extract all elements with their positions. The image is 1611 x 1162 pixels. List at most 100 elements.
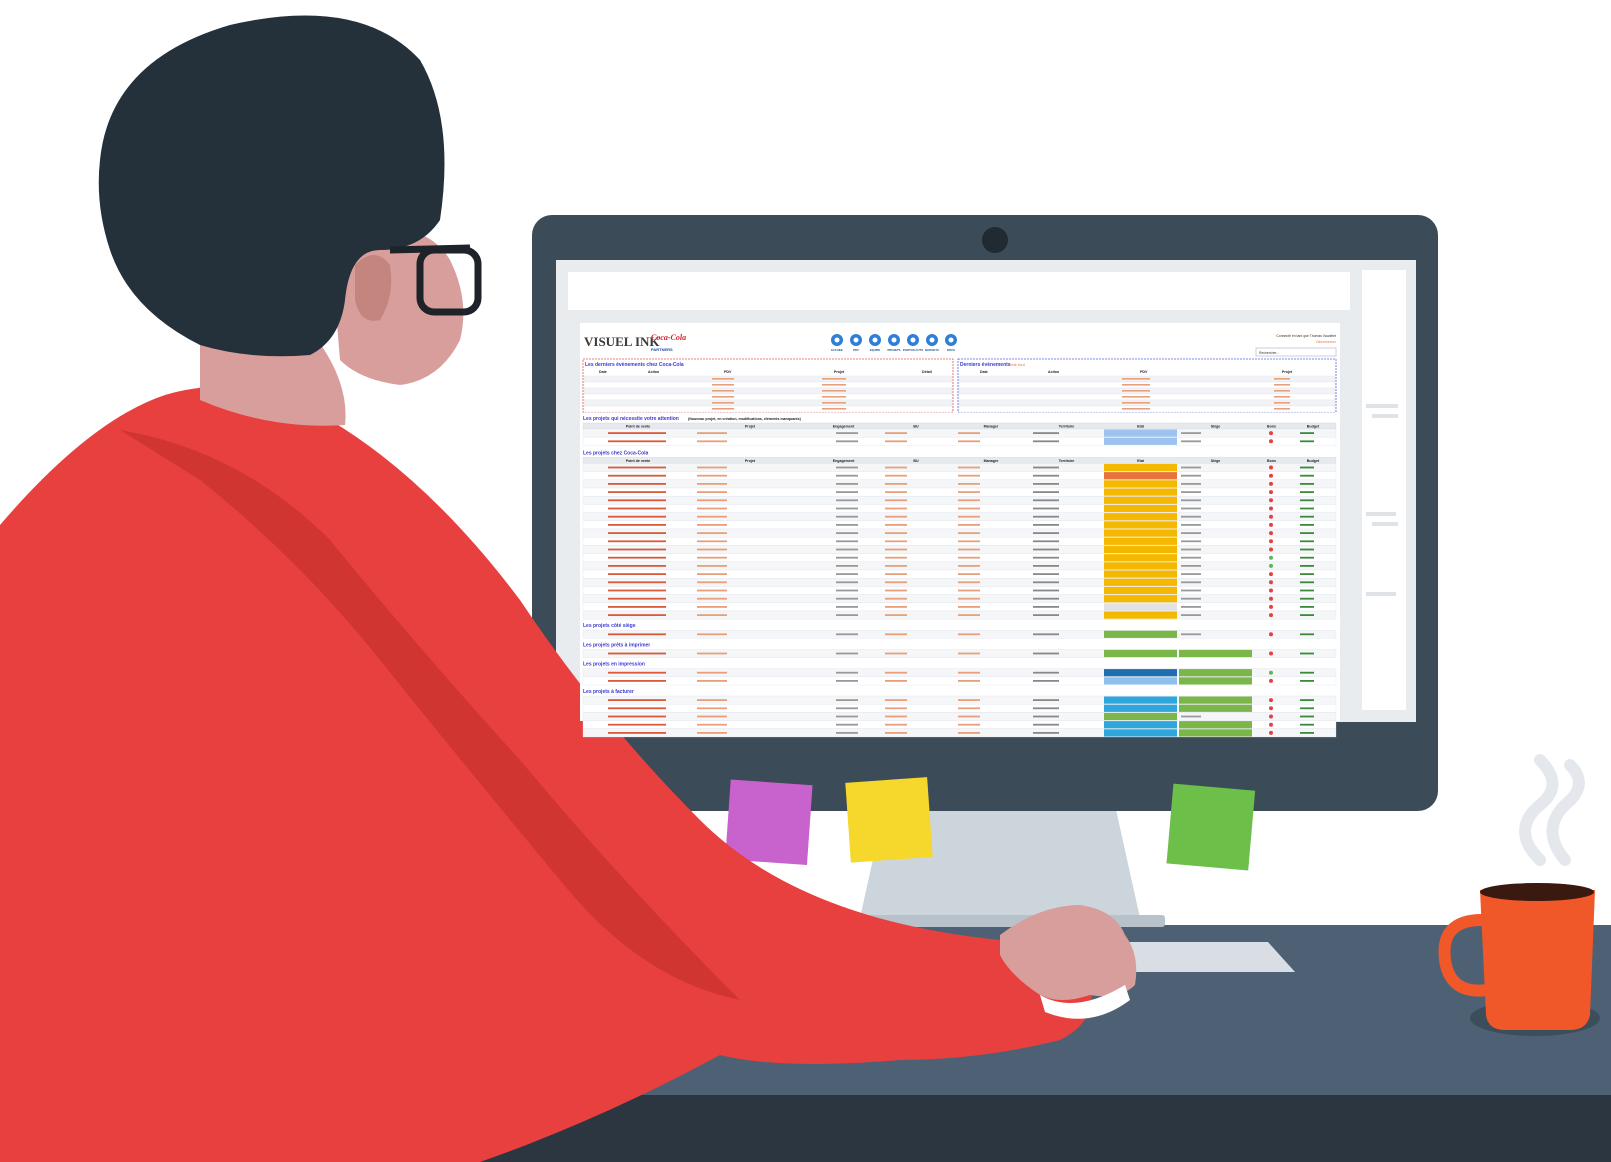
cell-date bbox=[836, 671, 858, 674]
cell-bu bbox=[885, 633, 907, 636]
cell-budget bbox=[1300, 466, 1314, 469]
cell-manager bbox=[958, 499, 980, 502]
cell-siege bbox=[1181, 491, 1201, 493]
cell-bu bbox=[885, 723, 907, 726]
cell-territory bbox=[1033, 671, 1059, 674]
cell-date bbox=[836, 474, 858, 477]
events-latest-pdv-line bbox=[1122, 384, 1150, 386]
table-col-header: Manager bbox=[984, 459, 999, 463]
side-line-1 bbox=[1366, 404, 1398, 408]
events-latest-col-header: Action bbox=[1048, 370, 1059, 374]
cell-budget bbox=[1300, 524, 1314, 526]
cell-state bbox=[1104, 712, 1177, 721]
cell-date bbox=[836, 723, 858, 726]
cell-project bbox=[697, 474, 727, 477]
cell-budget bbox=[1300, 581, 1314, 584]
bons-status-icon bbox=[1269, 555, 1273, 560]
cell-state bbox=[1104, 496, 1177, 504]
cell-pdv bbox=[608, 680, 666, 682]
events-coca-pdv-line bbox=[712, 408, 734, 410]
events-coca-row bbox=[583, 381, 953, 389]
events-latest-pdv-line bbox=[1122, 408, 1150, 410]
events-see-all[interactable]: Voir tout bbox=[1010, 362, 1026, 367]
cell-bu bbox=[885, 597, 907, 600]
events-coca-col-header: Projet bbox=[834, 370, 845, 374]
cell-budget bbox=[1300, 633, 1314, 636]
cell-project bbox=[697, 633, 727, 636]
section-title: Les projets côté siège bbox=[583, 623, 636, 629]
nav-label: BUDGETS bbox=[925, 348, 939, 352]
side-line-3 bbox=[1366, 512, 1396, 516]
event-rows: Date Action PDV Projet Détail Date Action PDV Pr… bbox=[583, 370, 1336, 413]
webcam-icon bbox=[982, 227, 1008, 253]
cell-siege bbox=[1181, 556, 1201, 559]
cell-state bbox=[1104, 603, 1177, 611]
cell-state bbox=[1104, 554, 1177, 562]
cell-project bbox=[697, 680, 727, 682]
cell-pdv bbox=[608, 707, 666, 710]
cell-pdv bbox=[608, 483, 666, 485]
cell-project bbox=[697, 483, 727, 485]
bons-status-icon bbox=[1269, 613, 1273, 618]
cell-state bbox=[1104, 480, 1177, 488]
events-coca-project-line bbox=[822, 384, 846, 386]
cell-territory bbox=[1033, 548, 1059, 551]
cell-budget bbox=[1300, 573, 1314, 575]
cell-project bbox=[697, 699, 727, 701]
cell-project bbox=[697, 432, 727, 434]
cell-budget bbox=[1300, 499, 1314, 502]
cell-project bbox=[697, 715, 727, 718]
cell-bu bbox=[885, 614, 907, 616]
bons-status-icon bbox=[1269, 706, 1273, 711]
cell-territory bbox=[1033, 474, 1059, 477]
cell-territory bbox=[1033, 524, 1059, 526]
cell-pdv bbox=[608, 732, 666, 734]
search-placeholder: Rechercher... bbox=[1259, 351, 1279, 355]
cell-date bbox=[836, 715, 858, 718]
cell-pdv bbox=[608, 699, 666, 701]
cell-siege bbox=[1181, 581, 1201, 584]
table-col-header: Etat bbox=[1137, 424, 1145, 428]
bons-status-icon bbox=[1269, 588, 1273, 593]
cell-pdv bbox=[608, 532, 666, 534]
events-latest-col-header: PDV bbox=[1140, 370, 1148, 374]
cell-state bbox=[1104, 586, 1177, 595]
events-coca-row bbox=[583, 387, 953, 395]
cell-siege bbox=[1181, 614, 1201, 616]
cell-budget bbox=[1300, 589, 1314, 592]
cell-project bbox=[697, 573, 727, 575]
cell-territory bbox=[1033, 573, 1059, 575]
table-col-header: BU bbox=[913, 424, 919, 428]
brand-logo: VISUEL INK bbox=[584, 334, 660, 349]
section-title: Les projets chez Coca-Cola bbox=[583, 450, 649, 456]
cell-siege bbox=[1179, 729, 1252, 737]
cell-territory bbox=[1033, 515, 1059, 518]
mug-body bbox=[1480, 890, 1595, 1030]
cell-date bbox=[836, 597, 858, 600]
cell-budget bbox=[1300, 699, 1314, 701]
bons-status-icon bbox=[1269, 514, 1273, 519]
table-col-header: Territoire bbox=[1059, 424, 1075, 428]
partner-logo: Coca-Cola bbox=[651, 333, 686, 342]
cell-bu bbox=[885, 715, 907, 718]
cell-budget bbox=[1300, 707, 1314, 710]
events-latest-project-line bbox=[1274, 384, 1290, 386]
bons-status-icon bbox=[1269, 698, 1273, 703]
browser-side-panel bbox=[1362, 270, 1406, 710]
cell-bu bbox=[885, 606, 907, 608]
cell-manager bbox=[958, 597, 980, 600]
cell-manager bbox=[958, 474, 980, 477]
cell-manager bbox=[958, 671, 980, 674]
sticky-note-yellow bbox=[845, 777, 933, 863]
cell-siege bbox=[1181, 565, 1201, 567]
cell-territory bbox=[1033, 597, 1059, 600]
cell-budget bbox=[1300, 597, 1314, 600]
cell-state bbox=[1104, 570, 1177, 578]
logout-link[interactable]: Déconnexion bbox=[1316, 340, 1336, 344]
cell-date bbox=[836, 633, 858, 636]
bons-status-icon bbox=[1269, 714, 1273, 719]
projects-icon-glyph bbox=[891, 337, 897, 343]
bons-status-icon bbox=[1269, 547, 1273, 552]
cell-manager bbox=[958, 483, 980, 485]
cell-manager bbox=[958, 440, 980, 443]
